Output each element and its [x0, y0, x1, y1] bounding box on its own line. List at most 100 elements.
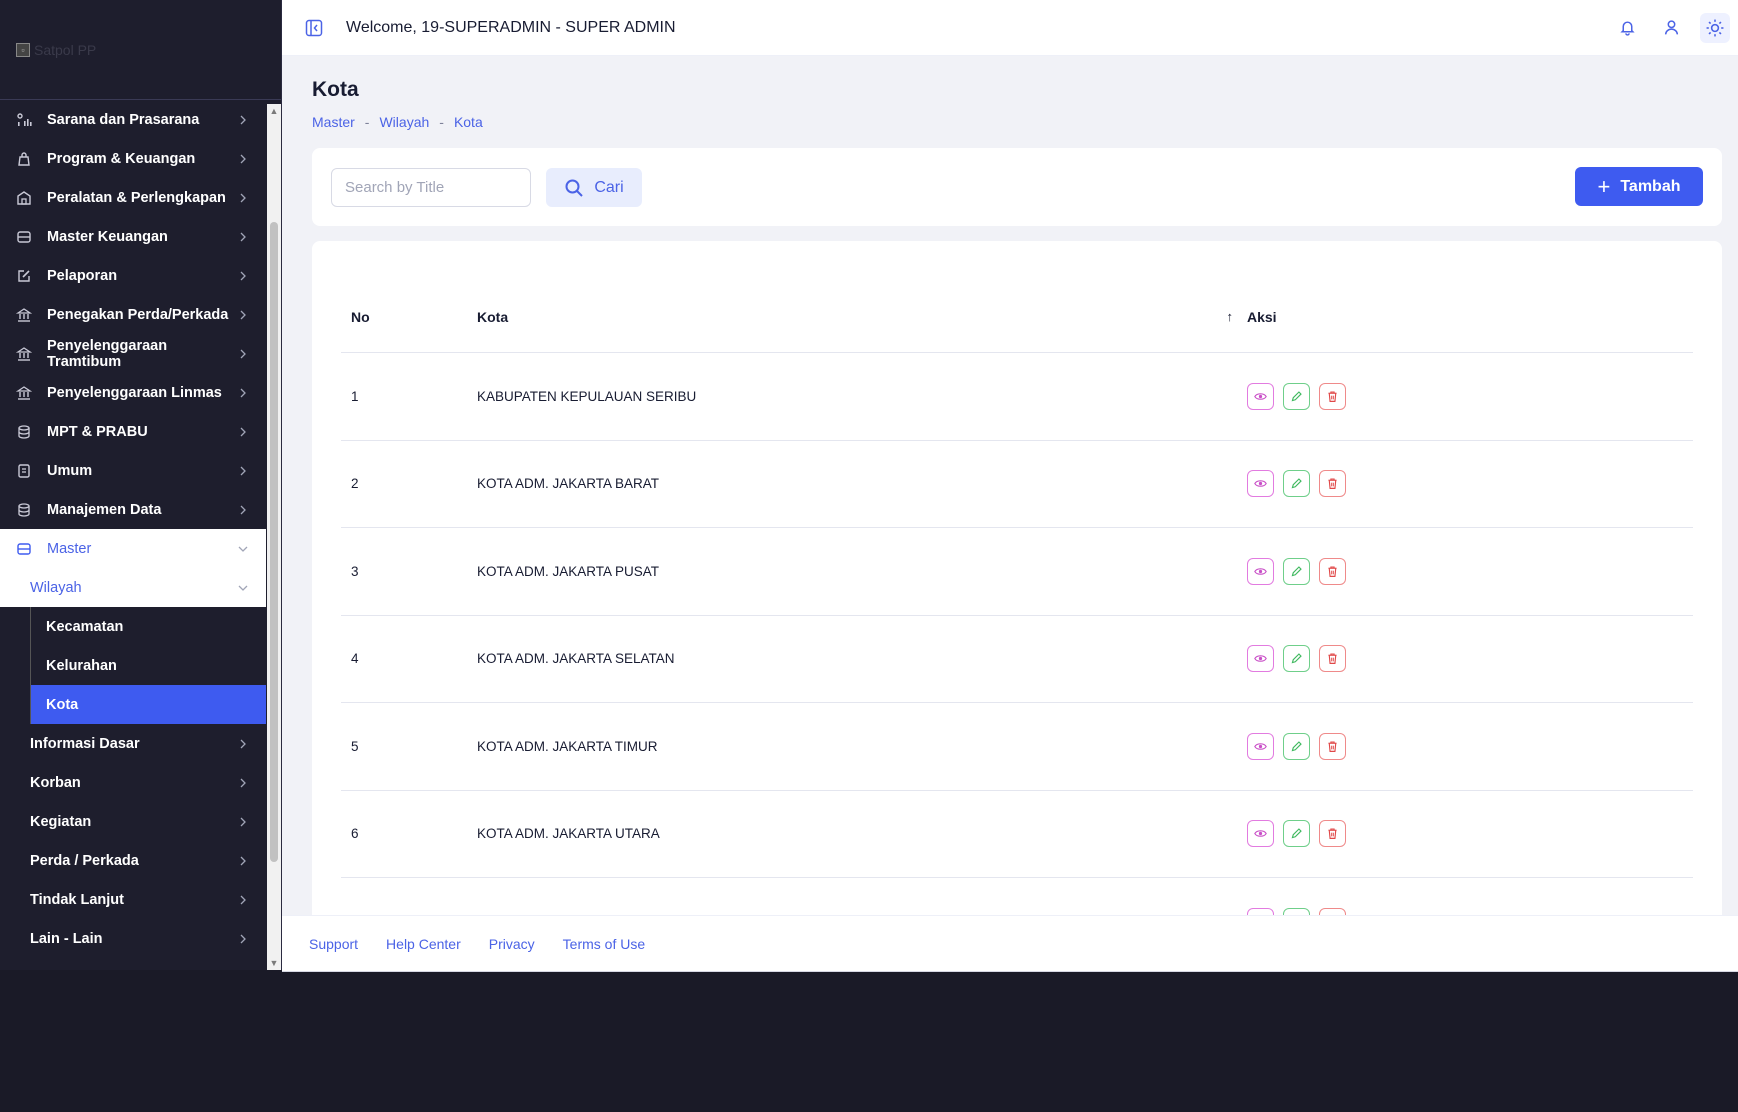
breadcrumb-separator: -: [364, 114, 370, 130]
bank-icon: [16, 385, 32, 401]
trash-icon: [1326, 390, 1339, 403]
footer-link-privacy[interactable]: Privacy: [489, 936, 535, 952]
sidebar-item-kota[interactable]: Kota: [31, 685, 266, 724]
sidebar: ▫ Satpol PP Sarana dan Prasarana Program…: [0, 0, 282, 970]
sidebar-item-kelurahan[interactable]: Kelurahan: [31, 646, 266, 685]
edit-button[interactable]: [1283, 820, 1310, 848]
sidebar-item-tramtibum[interactable]: Penyelenggaraan Tramtibum: [0, 334, 266, 373]
view-button[interactable]: [1247, 382, 1274, 410]
bank-icon: [16, 346, 32, 362]
cell-aksi: [1247, 557, 1693, 585]
delete-button[interactable]: [1319, 557, 1346, 585]
scroll-down-arrow-icon[interactable]: ▼: [267, 956, 281, 970]
delete-button[interactable]: [1319, 732, 1346, 760]
cell-no: 5: [351, 738, 359, 754]
sidebar-item-umum[interactable]: Umum: [0, 451, 266, 490]
cari-button[interactable]: Cari: [546, 168, 642, 207]
trash-icon: [1326, 652, 1339, 665]
sidebar-item-label: MPT & PRABU: [47, 423, 148, 440]
footer-link-help-center[interactable]: Help Center: [386, 936, 461, 952]
sort-ascending-icon[interactable]: ↑: [1227, 309, 1234, 324]
chevron-right-icon: [240, 115, 246, 124]
eye-icon: [1254, 390, 1267, 403]
pencil-icon: [1290, 390, 1303, 403]
search-input[interactable]: [331, 168, 531, 207]
pencil-icon: [1290, 827, 1303, 840]
chart-icon: [16, 112, 32, 128]
sidebar-item-informasi-dasar[interactable]: Informasi Dasar: [0, 724, 266, 763]
chevron-right-icon: [240, 427, 246, 436]
bell-icon[interactable]: [1612, 13, 1642, 43]
delete-button[interactable]: [1319, 470, 1346, 498]
sidebar-item-mpt-prabu[interactable]: MPT & PRABU: [0, 412, 266, 451]
eye-icon: [1254, 652, 1267, 665]
column-header-no[interactable]: No: [341, 309, 477, 325]
footer-link-terms[interactable]: Terms of Use: [563, 936, 645, 952]
sidebar-item-tindak-lanjut[interactable]: Tindak Lanjut: [0, 880, 266, 919]
bottom-background: [0, 1056, 1738, 1112]
breadcrumb-master[interactable]: Master: [312, 114, 355, 130]
column-header-kota[interactable]: Kota ↑: [477, 309, 1247, 325]
database-icon: [16, 424, 32, 440]
tambah-button[interactable]: + Tambah: [1575, 167, 1703, 206]
view-button[interactable]: [1247, 820, 1274, 848]
sidebar-item-program-keuangan[interactable]: Program & Keuangan: [0, 139, 266, 178]
edit-button[interactable]: [1283, 470, 1310, 498]
tambah-button-label: Tambah: [1620, 177, 1681, 195]
sidebar-item-wilayah[interactable]: Wilayah: [0, 568, 266, 607]
sidebar-item-lain-lain[interactable]: Lain - Lain: [0, 919, 266, 958]
sidebar-item-peralatan[interactable]: Peralatan & Perlengkapan: [0, 178, 266, 217]
logo-area: ▫ Satpol PP: [0, 0, 281, 100]
sidebar-item-sarana-prasarana[interactable]: Sarana dan Prasarana: [0, 100, 266, 139]
delete-button[interactable]: [1319, 645, 1346, 673]
trash-icon: [1326, 477, 1339, 490]
breadcrumb-wilayah[interactable]: Wilayah: [379, 114, 429, 130]
scroll-up-arrow-icon[interactable]: ▲: [267, 104, 281, 118]
eye-icon: [1254, 477, 1267, 490]
user-icon[interactable]: [1656, 13, 1686, 43]
footer-link-support[interactable]: Support: [309, 936, 358, 952]
sidebar-item-kecamatan[interactable]: Kecamatan: [31, 607, 266, 646]
sidebar-scrollbar[interactable]: ▲ ▼: [267, 104, 281, 970]
sidebar-item-label: Program & Keuangan: [47, 150, 196, 167]
eye-icon: [1254, 565, 1267, 578]
table-row: 2 KOTA ADM. JAKARTA BARAT: [341, 441, 1693, 528]
breadcrumb-kota[interactable]: Kota: [454, 114, 483, 130]
sidebar-item-perda-perkada[interactable]: Perda / Perkada: [0, 841, 266, 880]
chevron-right-icon: [240, 349, 246, 358]
edit-button[interactable]: [1283, 732, 1310, 760]
view-button[interactable]: [1247, 557, 1274, 585]
document-icon: [16, 463, 32, 479]
sidebar-toggle-icon[interactable]: [304, 18, 324, 38]
sidebar-item-label: Master Keuangan: [47, 228, 168, 245]
sidebar-item-label: Manajemen Data: [47, 501, 162, 518]
bank-icon: [16, 307, 32, 323]
sidebar-item-manajemen-data[interactable]: Manajemen Data: [0, 490, 266, 529]
view-button[interactable]: [1247, 470, 1274, 498]
edit-button[interactable]: [1283, 382, 1310, 410]
view-button[interactable]: [1247, 645, 1274, 673]
sidebar-item-master[interactable]: Master: [0, 529, 266, 568]
cell-aksi: [1247, 382, 1693, 410]
sidebar-item-penegakan-perda[interactable]: Penegakan Perda/Perkada: [0, 295, 266, 334]
delete-button[interactable]: [1319, 820, 1346, 848]
cell-kota: KOTA ADM. JAKARTA SELATAN: [477, 651, 675, 667]
sidebar-item-linmas[interactable]: Penyelenggaraan Linmas: [0, 373, 266, 412]
cell-no: 6: [351, 826, 359, 842]
scroll-thumb[interactable]: [270, 222, 278, 862]
sidebar-item-label: Kegiatan: [30, 813, 92, 830]
sidebar-item-kegiatan[interactable]: Kegiatan: [0, 802, 266, 841]
edit-button[interactable]: [1283, 645, 1310, 673]
sidebar-item-korban[interactable]: Korban: [0, 763, 266, 802]
main-content: Kota Master - Wilayah - Kota Cari + Tamb…: [282, 56, 1738, 970]
wilayah-submenu: Kecamatan Kelurahan Kota: [30, 607, 266, 724]
delete-button[interactable]: [1319, 382, 1346, 410]
sidebar-item-pelaporan[interactable]: Pelaporan: [0, 256, 266, 295]
cell-aksi: [1247, 645, 1693, 673]
sun-icon[interactable]: [1700, 12, 1730, 43]
sidebar-item-label: Penyelenggaraan Linmas: [47, 384, 222, 401]
breadcrumb-separator: -: [439, 114, 444, 130]
sidebar-item-master-keuangan[interactable]: Master Keuangan: [0, 217, 266, 256]
edit-button[interactable]: [1283, 557, 1310, 585]
view-button[interactable]: [1247, 732, 1274, 760]
